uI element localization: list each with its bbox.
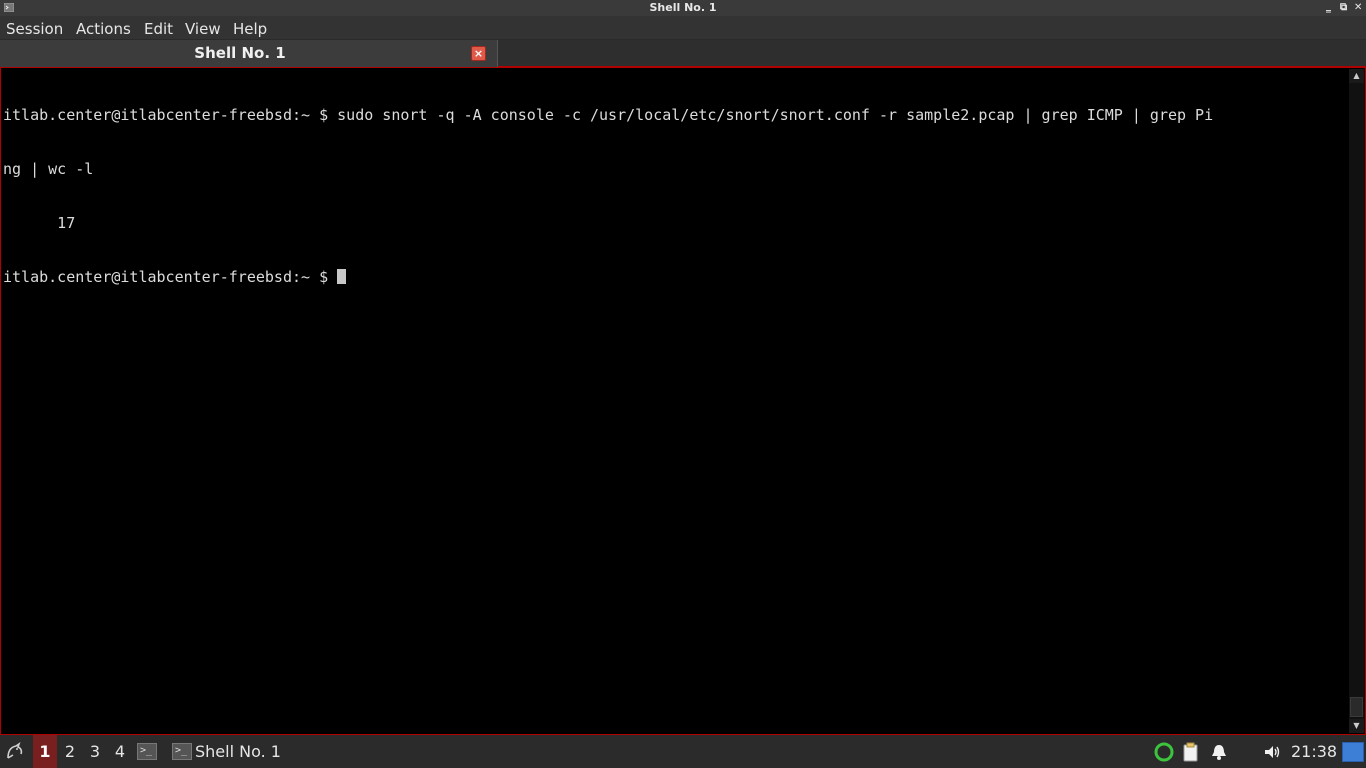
scrollbar-thumb[interactable]	[1350, 697, 1363, 717]
terminal-line: 17	[3, 214, 76, 232]
terminal-launcher-icon[interactable]: >_	[137, 743, 157, 760]
workspace-2[interactable]: 2	[58, 735, 82, 768]
menu-bar: Session Actions Edit View Help	[0, 16, 1366, 40]
terminal-line: ng | wc -l	[3, 160, 94, 178]
clipboard-icon[interactable]	[1181, 742, 1201, 762]
tab-label: Shell No. 1	[194, 44, 286, 62]
start-menu-icon[interactable]	[5, 742, 25, 762]
scroll-up-arrow-icon[interactable]: ▲	[1349, 69, 1364, 83]
terminal-line: itlab.center@itlabcenter-freebsd:~ $ sud…	[3, 106, 1214, 124]
workspace-3[interactable]: 3	[83, 735, 107, 768]
maximize-button[interactable]: ⧉	[1340, 1, 1347, 14]
minimize-button[interactable]: ‗	[1326, 1, 1331, 14]
terminal-prompt-line: itlab.center@itlabcenter-freebsd:~ $	[3, 268, 1345, 286]
show-desktop-icon[interactable]	[1342, 742, 1364, 762]
tab-bar: Shell No. 1 ×	[0, 40, 1366, 67]
terminal-prompt: itlab.center@itlabcenter-freebsd:~ $	[3, 268, 338, 286]
terminal-view[interactable]: itlab.center@itlabcenter-freebsd:~ $ sud…	[0, 67, 1366, 735]
terminal-scrollbar[interactable]: ▲ ▼	[1349, 69, 1364, 733]
scroll-down-arrow-icon[interactable]: ▼	[1349, 719, 1364, 733]
task-button-shell-1[interactable]: Shell No. 1	[195, 742, 281, 761]
window-titlebar: Shell No. 1 ‗ ⧉ ✕	[0, 0, 1366, 16]
workspace-1[interactable]: 1	[33, 735, 57, 768]
menu-help[interactable]: Help	[233, 20, 267, 38]
menu-actions[interactable]: Actions	[76, 20, 131, 38]
menu-session[interactable]: Session	[6, 20, 63, 38]
volume-icon[interactable]	[1262, 742, 1282, 762]
menu-view[interactable]: View	[185, 20, 221, 38]
clock[interactable]: 21:38	[1291, 742, 1337, 761]
text-cursor	[337, 269, 347, 284]
close-button[interactable]: ✕	[1354, 1, 1362, 14]
task-terminal-icon[interactable]: >_	[172, 743, 192, 760]
notification-bell-icon[interactable]	[1209, 742, 1229, 762]
window-title: Shell No. 1	[649, 1, 717, 14]
menu-edit[interactable]: Edit	[144, 20, 173, 38]
taskbar: 1 2 3 4 >_ >_ Shell No. 1 21:38	[0, 735, 1366, 768]
workspace-4[interactable]: 4	[108, 735, 132, 768]
tab-close-icon[interactable]: ×	[471, 46, 486, 61]
tab-shell-1[interactable]: Shell No. 1 ×	[0, 40, 498, 67]
network-status-icon[interactable]	[1154, 742, 1174, 762]
terminal-output: itlab.center@itlabcenter-freebsd:~ $ sud…	[3, 70, 1345, 322]
